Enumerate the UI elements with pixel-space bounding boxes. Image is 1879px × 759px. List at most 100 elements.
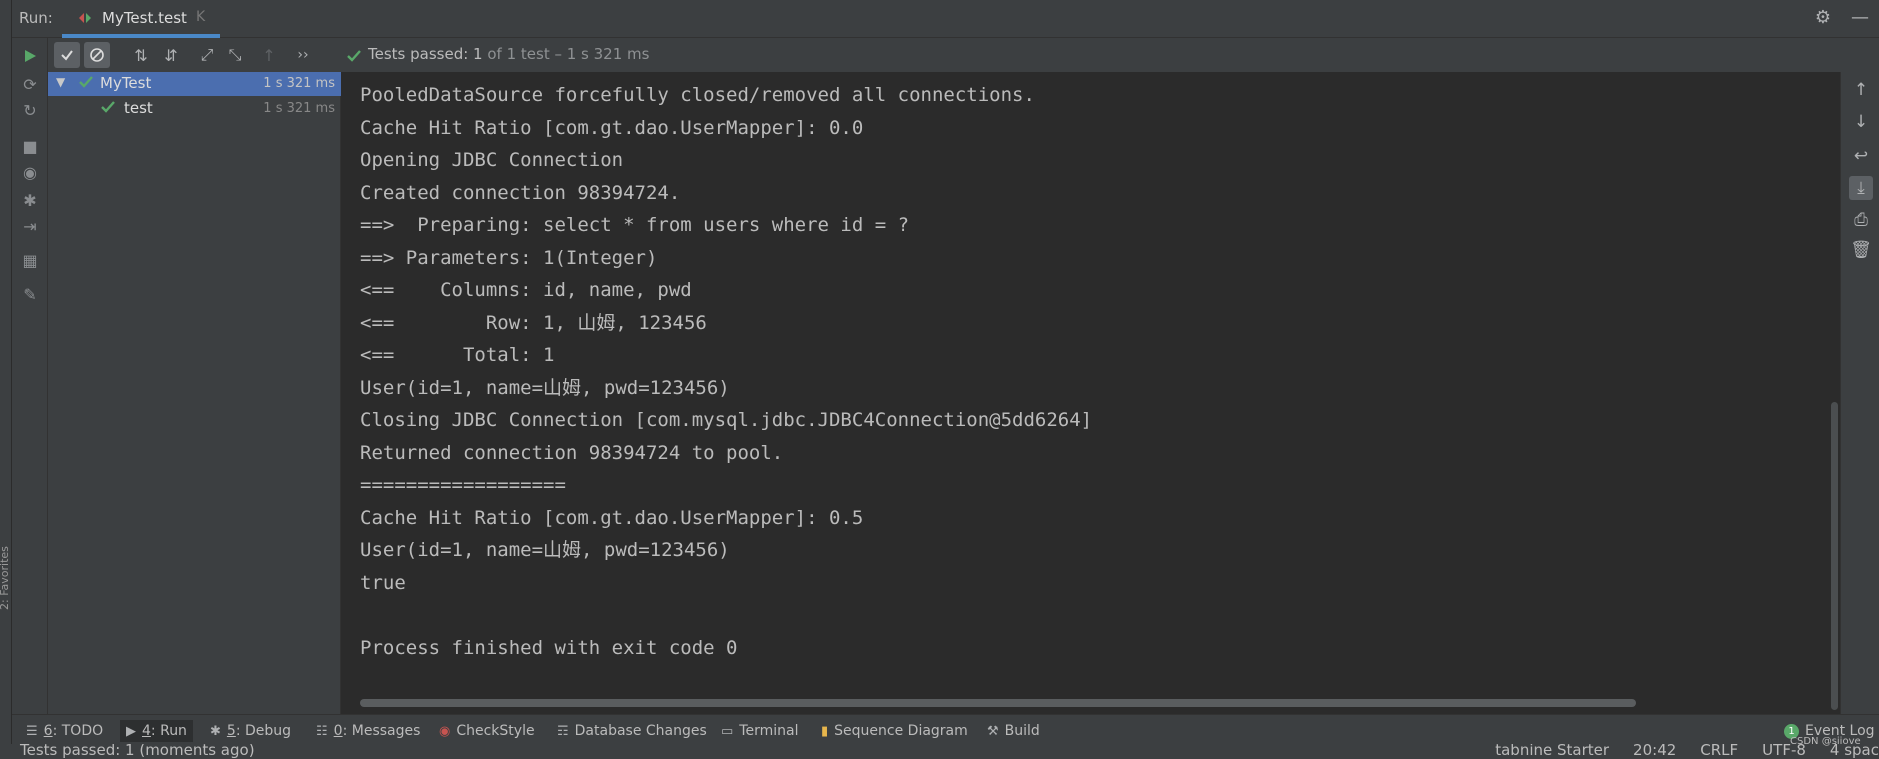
debug-tool-button[interactable]: ✱ 5: Debug — [210, 720, 291, 742]
tab-close-icon[interactable]: K — [196, 9, 205, 25]
tab-mytest-test[interactable]: MyTest.test K — [62, 0, 220, 38]
layout-icon[interactable]: ▦ — [18, 248, 42, 272]
sort-by-duration-icon[interactable]: ⇵ — [158, 42, 184, 68]
console-output[interactable]: PooledDataSource forcefully closed/remov… — [342, 72, 1840, 714]
expand-all-icon[interactable]: ⤢ — [194, 42, 220, 68]
camera-icon[interactable]: ◉ — [18, 160, 42, 184]
console-line: Returned connection 98394724 to pool. — [360, 442, 784, 464]
database-icon: ☶ — [557, 723, 569, 739]
todo-tool-button[interactable]: ☰ 6: TODO — [26, 720, 103, 742]
tool-key: 5 — [226, 723, 236, 739]
tool-label: : TODO — [52, 723, 104, 739]
line-separator[interactable]: CRLF — [1700, 744, 1738, 759]
horizontal-scrollbar[interactable] — [360, 699, 1636, 707]
tool-label: : Messages — [342, 723, 421, 739]
console-line: Opening JDBC Connection — [360, 149, 624, 171]
tool-label: Sequence Diagram — [834, 723, 968, 739]
favorites-label: 2: Favorites — [0, 546, 11, 610]
tool-key: 0 — [333, 723, 343, 739]
favorites-tool-button[interactable]: 2: Favorites — [0, 546, 12, 710]
tool-label: Terminal — [739, 723, 799, 739]
tool-label: : Run — [150, 723, 187, 739]
tabnine-status[interactable]: tabnine Starter — [1495, 744, 1609, 759]
tool-key: 4 — [142, 723, 151, 739]
status-message[interactable]: Tests passed: 1 (moments ago) — [20, 744, 255, 759]
tool-key: 6 — [43, 723, 53, 739]
test-runner-toolbar: ⇅ ⇵ ⤢ ⤡ ↑ ›› Tests passed: 1 of 1 test –… — [48, 38, 1879, 72]
terminal-icon: ▭ — [721, 723, 734, 739]
sequence-diagram-icon: ▮ — [821, 723, 829, 739]
status-bar: Tests passed: 1 (moments ago) tabnine St… — [0, 744, 1879, 759]
checkstyle-icon: ◉ — [439, 723, 451, 739]
minimize-icon[interactable]: — — [1851, 7, 1869, 28]
console-side-toolbar: ↑ ↓ ↩ ⤓ ⎙ 🗑 — [1840, 72, 1879, 714]
play-icon: ▶ — [126, 723, 136, 739]
messages-tool-button[interactable]: ☷ 0: Messages — [316, 720, 420, 742]
console-line: ================== — [360, 474, 566, 496]
collapse-all-icon[interactable]: ⤡ — [222, 42, 248, 68]
console-line: <== Total: 1 — [360, 344, 555, 366]
tree-node-name: test — [124, 99, 153, 117]
toggle-auto-test-icon[interactable]: ↻ — [18, 98, 42, 122]
tool-label: CheckStyle — [456, 723, 535, 739]
tree-node-time: 1 s 321 ms — [263, 101, 335, 116]
tree-node-mytest[interactable]: ▼ MyTest 1 s 321 ms — [48, 72, 341, 96]
up-arrow-icon[interactable]: ↑ — [1849, 78, 1873, 102]
console-line: ==> Parameters: 1(Integer) — [360, 247, 658, 269]
junit-icon — [79, 13, 91, 23]
tab-label: MyTest.test — [102, 9, 187, 27]
console-line: true — [360, 572, 406, 594]
tool-label: Database Changes — [574, 723, 707, 739]
tree-node-test[interactable]: test 1 s 321 ms — [48, 97, 341, 121]
test-results-tree: ▼ MyTest 1 s 321 ms test 1 s 321 ms — [48, 72, 341, 714]
checkstyle-tool-button[interactable]: ◉ CheckStyle — [439, 720, 535, 742]
console-line: PooledDataSource forcefully closed/remov… — [360, 84, 1035, 106]
stop-icon[interactable]: ■ — [18, 134, 42, 158]
debug-bug-icon[interactable]: ✱ — [18, 188, 42, 212]
console-line: Created connection 98394724. — [360, 182, 681, 204]
build-tool-button[interactable]: ⚒ Build — [987, 720, 1040, 742]
show-passed-toggle[interactable] — [54, 42, 80, 68]
sort-alphabetically-icon[interactable]: ⇅ — [128, 42, 154, 68]
sequence-diagram-tool-button[interactable]: ▮ Sequence Diagram — [821, 720, 968, 742]
down-arrow-icon[interactable]: ↓ — [1849, 110, 1873, 134]
scroll-to-end-icon[interactable]: ⤓ — [1849, 176, 1873, 200]
console-line: <== Columns: id, name, pwd — [360, 279, 692, 301]
pass-check-icon — [101, 101, 115, 113]
tool-window-bar: ☰ 6: TODO ▶ 4: Run ✱ 5: Debug ☷ 0: Messages … — [12, 714, 1879, 744]
console-line: Cache Hit Ratio [com.gt.dao.UserMapper]:… — [360, 507, 864, 529]
vertical-scrollbar[interactable] — [1831, 402, 1838, 710]
pin-icon[interactable]: ✎ — [18, 282, 42, 306]
run-side-toolbar: ⟳ ↻ ■ ◉ ✱ ⇥ ▦ ✎ — [12, 38, 48, 714]
console-line: Cache Hit Ratio [com.gt.dao.UserMapper]:… — [360, 117, 864, 139]
rerun-failed-icon[interactable]: ⟳ — [18, 72, 42, 96]
tree-node-name: MyTest — [100, 74, 152, 92]
tool-label: Build — [1004, 723, 1040, 739]
list-icon: ☰ — [26, 723, 38, 739]
more-actions-icon[interactable]: ›› — [290, 42, 316, 68]
tree-node-time: 1 s 321 ms — [263, 76, 335, 91]
print-icon[interactable]: ⎙ — [1849, 208, 1873, 232]
tool-label: : Debug — [235, 723, 292, 739]
run-label: Run: — [19, 9, 53, 27]
console-line: Process finished with exit code 0 — [360, 637, 738, 659]
test-status-summary: Tests passed: 1 of 1 test – 1 s 321 ms — [368, 45, 649, 63]
trash-icon[interactable]: 🗑 — [1849, 238, 1873, 262]
run-titlebar: Run: MyTest.test K ⚙ — — [0, 0, 1879, 38]
database-changes-tool-button[interactable]: ☶ Database Changes — [557, 720, 707, 742]
watermark: CSDN @siiove — [1790, 736, 1861, 747]
messages-icon: ☷ — [316, 723, 328, 739]
terminal-tool-button[interactable]: ▭ Terminal — [721, 720, 798, 742]
status-count: 1 — [473, 45, 483, 63]
caret-position[interactable]: 20:42 — [1633, 744, 1676, 759]
expand-arrow-icon[interactable]: ▼ — [56, 75, 65, 89]
run-tool-button[interactable]: ▶ 4: Run — [120, 720, 193, 742]
gear-icon[interactable]: ⚙ — [1815, 7, 1831, 28]
pass-check-icon — [347, 50, 361, 62]
soft-wrap-icon[interactable]: ↩ — [1849, 144, 1873, 168]
rerun-icon[interactable] — [18, 44, 42, 68]
console-line: Closing JDBC Connection [com.mysql.jdbc.… — [360, 409, 1093, 431]
export-icon[interactable]: ⇥ — [18, 214, 42, 238]
show-ignored-toggle[interactable] — [84, 42, 110, 68]
previous-failed-icon[interactable]: ↑ — [256, 42, 282, 68]
